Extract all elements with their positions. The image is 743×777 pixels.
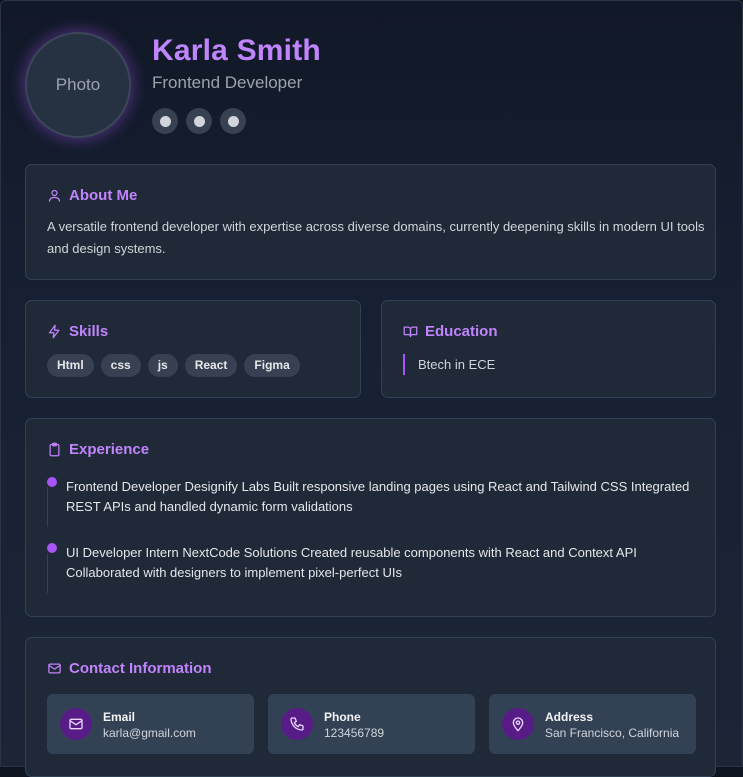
- education-item: Btech in ECE: [403, 354, 495, 375]
- contact-label: Address: [545, 710, 594, 724]
- experience-title: Experience: [69, 441, 150, 458]
- skills-heading: Skills: [47, 323, 108, 340]
- contact-value: karla@gmail.com: [103, 726, 196, 740]
- skill-tag: Html: [47, 354, 94, 377]
- contact-label: Phone: [324, 710, 361, 724]
- social-icon: [227, 115, 239, 127]
- contact-list: Email karla@gmail.com Phone 123456789 Ad…: [47, 694, 696, 754]
- experience-heading: Experience: [47, 441, 149, 458]
- social-icon: [159, 115, 171, 127]
- photo-placeholder-label: Photo: [55, 75, 101, 94]
- social-link-button[interactable]: [152, 108, 178, 134]
- map-pin-icon: [502, 708, 534, 740]
- about-card: About Me A versatile frontend developer …: [25, 164, 716, 280]
- experience-card: Experience Frontend Developer Designify …: [25, 418, 716, 617]
- resume-page: Photo Karla Smith Frontend Developer Abo…: [0, 0, 743, 777]
- experience-item: Frontend Developer Designify Labs Built …: [46, 477, 707, 527]
- contact-item-phone[interactable]: Phone 123456789: [268, 694, 475, 754]
- skill-tag: Figma: [244, 354, 300, 377]
- contact-label: Email: [103, 710, 136, 724]
- profile-name: Karla Smith: [152, 34, 321, 67]
- social-link-button[interactable]: [186, 108, 212, 134]
- mail-icon: [48, 663, 61, 674]
- book-icon: [403, 326, 418, 338]
- social-icon: [193, 115, 205, 127]
- contact-item-email[interactable]: Email karla@gmail.com: [47, 694, 254, 754]
- about-text: A versatile frontend developer with expe…: [47, 219, 705, 256]
- user-icon: [48, 189, 61, 202]
- experience-item: UI Developer Intern NextCode Solutions C…: [46, 543, 707, 593]
- skills-card: Skills Html css js React Figma: [25, 300, 361, 398]
- contact-card: Contact Information Email karla@gmail.co…: [25, 637, 716, 777]
- education-card: Education Btech in ECE: [381, 300, 716, 398]
- contact-item-address[interactable]: Address San Francisco, California: [489, 694, 696, 754]
- education-heading: Education: [403, 323, 498, 340]
- about-title: About Me: [69, 187, 138, 204]
- phone-icon: [281, 708, 313, 740]
- clipboard-icon: [49, 442, 60, 457]
- contact-value: San Francisco, California: [545, 726, 680, 740]
- about-heading: About Me: [47, 187, 137, 204]
- skills-list: Html css js React Figma: [47, 354, 300, 377]
- contact-heading: Contact Information: [47, 660, 212, 677]
- social-links: [152, 108, 246, 134]
- profile-role: Frontend Developer: [152, 73, 303, 92]
- mail-icon: [60, 708, 92, 740]
- skills-title: Skills: [69, 323, 109, 340]
- social-link-button[interactable]: [220, 108, 246, 134]
- experience-timeline: Frontend Developer Designify Labs Built …: [46, 477, 707, 609]
- skill-tag: js: [147, 354, 178, 377]
- contact-title: Contact Information: [69, 660, 212, 677]
- skill-tag: css: [100, 354, 141, 377]
- education-title: Education: [425, 323, 498, 340]
- profile-photo: Photo: [25, 32, 131, 138]
- lightning-icon: [48, 324, 60, 339]
- contact-value: 123456789: [324, 726, 385, 740]
- skill-tag: React: [184, 354, 238, 377]
